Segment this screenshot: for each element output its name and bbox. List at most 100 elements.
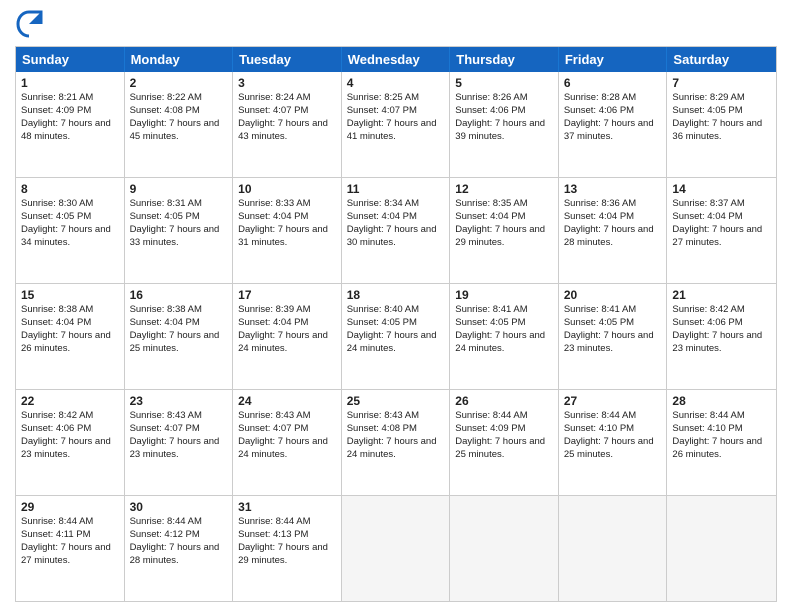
day-number: 24 <box>238 393 336 409</box>
daylight: Daylight: 7 hours and 25 minutes. <box>564 436 654 460</box>
sunset: Sunset: 4:04 PM <box>564 211 634 222</box>
daylight: Daylight: 7 hours and 24 minutes. <box>238 436 328 460</box>
day-number: 1 <box>21 75 119 91</box>
day-number: 28 <box>672 393 771 409</box>
sunset: Sunset: 4:05 PM <box>455 317 525 328</box>
sunset: Sunset: 4:08 PM <box>347 423 417 434</box>
cal-cell-day-27: 27Sunrise: 8:44 AMSunset: 4:10 PMDayligh… <box>559 390 668 495</box>
sunrise: Sunrise: 8:39 AM <box>238 304 310 315</box>
sunrise: Sunrise: 8:42 AM <box>672 304 744 315</box>
header <box>15 10 777 38</box>
cal-cell-empty <box>450 496 559 601</box>
day-number: 18 <box>347 287 445 303</box>
daylight: Daylight: 7 hours and 25 minutes. <box>130 330 220 354</box>
day-number: 6 <box>564 75 662 91</box>
daylight: Daylight: 7 hours and 23 minutes. <box>21 436 111 460</box>
sunrise: Sunrise: 8:43 AM <box>238 410 310 421</box>
day-number: 19 <box>455 287 553 303</box>
cal-header-saturday: Saturday <box>667 47 776 72</box>
day-number: 25 <box>347 393 445 409</box>
day-number: 17 <box>238 287 336 303</box>
cal-cell-day-8: 8Sunrise: 8:30 AMSunset: 4:05 PMDaylight… <box>16 178 125 283</box>
day-number: 5 <box>455 75 553 91</box>
sunrise: Sunrise: 8:25 AM <box>347 92 419 103</box>
cal-cell-day-28: 28Sunrise: 8:44 AMSunset: 4:10 PMDayligh… <box>667 390 776 495</box>
sunrise: Sunrise: 8:30 AM <box>21 198 93 209</box>
daylight: Daylight: 7 hours and 24 minutes. <box>455 330 545 354</box>
daylight: Daylight: 7 hours and 24 minutes. <box>347 436 437 460</box>
day-number: 29 <box>21 499 119 515</box>
cal-cell-day-4: 4Sunrise: 8:25 AMSunset: 4:07 PMDaylight… <box>342 72 451 177</box>
daylight: Daylight: 7 hours and 37 minutes. <box>564 118 654 142</box>
sunset: Sunset: 4:10 PM <box>564 423 634 434</box>
sunset: Sunset: 4:06 PM <box>21 423 91 434</box>
cal-week-4: 22Sunrise: 8:42 AMSunset: 4:06 PMDayligh… <box>16 390 776 496</box>
daylight: Daylight: 7 hours and 27 minutes. <box>21 542 111 566</box>
sunset: Sunset: 4:04 PM <box>130 317 200 328</box>
day-number: 14 <box>672 181 771 197</box>
cal-cell-day-12: 12Sunrise: 8:35 AMSunset: 4:04 PMDayligh… <box>450 178 559 283</box>
logo-icon <box>15 10 43 38</box>
cal-header-wednesday: Wednesday <box>342 47 451 72</box>
cal-cell-day-26: 26Sunrise: 8:44 AMSunset: 4:09 PMDayligh… <box>450 390 559 495</box>
cal-cell-day-10: 10Sunrise: 8:33 AMSunset: 4:04 PMDayligh… <box>233 178 342 283</box>
day-number: 13 <box>564 181 662 197</box>
day-number: 15 <box>21 287 119 303</box>
day-number: 30 <box>130 499 228 515</box>
cal-week-1: 1Sunrise: 8:21 AMSunset: 4:09 PMDaylight… <box>16 72 776 178</box>
cal-cell-day-2: 2Sunrise: 8:22 AMSunset: 4:08 PMDaylight… <box>125 72 234 177</box>
sunset: Sunset: 4:10 PM <box>672 423 742 434</box>
sunset: Sunset: 4:07 PM <box>130 423 200 434</box>
sunset: Sunset: 4:08 PM <box>130 105 200 116</box>
page: SundayMondayTuesdayWednesdayThursdayFrid… <box>0 0 792 612</box>
calendar: SundayMondayTuesdayWednesdayThursdayFrid… <box>15 46 777 602</box>
cal-cell-day-15: 15Sunrise: 8:38 AM Sunset: 4:04 PM Dayligh… <box>16 284 125 389</box>
cal-cell-day-7: 7Sunrise: 8:29 AMSunset: 4:05 PMDaylight… <box>667 72 776 177</box>
sunset: Sunset: 4:04 PM <box>21 317 91 328</box>
sunrise: Sunrise: 8:22 AM <box>130 92 202 103</box>
day-number: 22 <box>21 393 119 409</box>
sunrise: Sunrise: 8:37 AM <box>672 198 744 209</box>
sunrise: Sunrise: 8:38 AM <box>21 304 93 315</box>
cal-cell-day-5: 5Sunrise: 8:26 AMSunset: 4:06 PMDaylight… <box>450 72 559 177</box>
sunrise: Sunrise: 8:41 AM <box>455 304 527 315</box>
cal-week-5: 29 Sunrise: 8:44 AM Sunset: 4:11 PM Dayligh… <box>16 496 776 601</box>
sunset: Sunset: 4:13 PM <box>238 529 308 540</box>
cal-cell-day-20: 20Sunrise: 8:41 AMSunset: 4:05 PMDayligh… <box>559 284 668 389</box>
calendar-header: SundayMondayTuesdayWednesdayThursdayFrid… <box>16 47 776 72</box>
sunrise: Sunrise: 8:21 AM <box>21 92 93 103</box>
day-number: 31 <box>238 499 336 515</box>
daylight: Daylight: 7 hours and 30 minutes. <box>347 224 437 248</box>
sunset: Sunset: 4:11 PM <box>21 529 91 540</box>
daylight: Daylight: 7 hours and 45 minutes. <box>130 118 220 142</box>
daylight: Daylight: 7 hours and 29 minutes. <box>238 542 328 566</box>
daylight: Daylight: 7 hours and 48 minutes. <box>21 118 111 142</box>
day-number: 8 <box>21 181 119 197</box>
cal-header-thursday: Thursday <box>450 47 559 72</box>
cal-cell-day-13: 13Sunrise: 8:36 AMSunset: 4:04 PMDayligh… <box>559 178 668 283</box>
sunrise: Sunrise: 8:44 AM <box>238 516 310 527</box>
daylight: Daylight: 7 hours and 28 minutes. <box>564 224 654 248</box>
cal-cell-day-16: 16Sunrise: 8:38 AMSunset: 4:04 PMDayligh… <box>125 284 234 389</box>
sunset: Sunset: 4:07 PM <box>238 423 308 434</box>
day-number: 3 <box>238 75 336 91</box>
daylight: Daylight: 7 hours and 26 minutes. <box>21 330 111 354</box>
daylight: Daylight: 7 hours and 43 minutes. <box>238 118 328 142</box>
sunset: Sunset: 4:05 PM <box>21 211 91 222</box>
sunset: Sunset: 4:04 PM <box>455 211 525 222</box>
cal-cell-day-17: 17Sunrise: 8:39 AMSunset: 4:04 PMDayligh… <box>233 284 342 389</box>
logo <box>15 10 47 38</box>
sunrise: Sunrise: 8:43 AM <box>347 410 419 421</box>
sunrise: Sunrise: 8:44 AM <box>130 516 202 527</box>
sunset: Sunset: 4:05 PM <box>672 105 742 116</box>
day-number: 12 <box>455 181 553 197</box>
cal-cell-day-3: 3Sunrise: 8:24 AMSunset: 4:07 PMDaylight… <box>233 72 342 177</box>
sunset: Sunset: 4:04 PM <box>238 211 308 222</box>
sunset: Sunset: 4:04 PM <box>672 211 742 222</box>
day-number: 27 <box>564 393 662 409</box>
daylight: Daylight: 7 hours and 28 minutes. <box>130 542 220 566</box>
cal-cell-day-30: 30Sunrise: 8:44 AMSunset: 4:12 PMDayligh… <box>125 496 234 601</box>
sunrise: Sunrise: 8:44 AM <box>455 410 527 421</box>
daylight: Daylight: 7 hours and 27 minutes. <box>672 224 762 248</box>
day-number: 7 <box>672 75 771 91</box>
